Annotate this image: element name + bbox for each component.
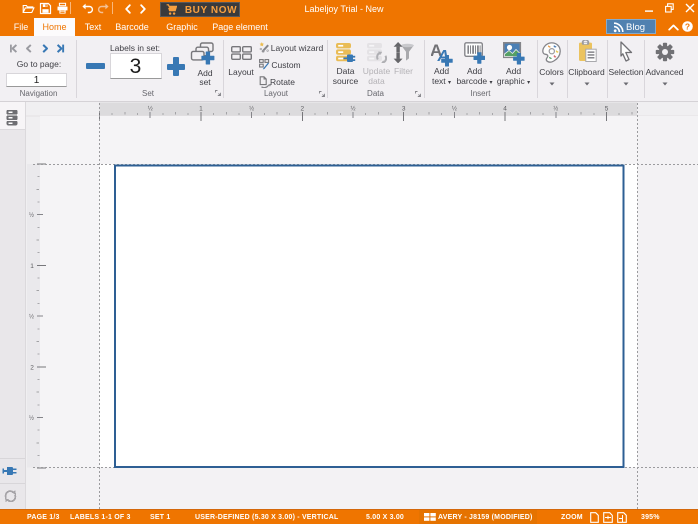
svg-text:½: ½ xyxy=(452,106,457,113)
svg-text:2: 2 xyxy=(300,106,304,113)
svg-text:½: ½ xyxy=(29,415,34,422)
svg-text:1: 1 xyxy=(30,263,34,270)
svg-text:2: 2 xyxy=(30,364,34,371)
svg-text:½: ½ xyxy=(148,106,153,113)
svg-text:3: 3 xyxy=(402,106,406,113)
svg-text:½: ½ xyxy=(249,106,254,113)
svg-text:?: ? xyxy=(684,21,689,31)
svg-text:4: 4 xyxy=(503,106,507,113)
svg-text:5: 5 xyxy=(605,106,609,113)
svg-text:½: ½ xyxy=(29,314,34,321)
svg-text:½: ½ xyxy=(553,106,558,113)
svg-text:½: ½ xyxy=(350,106,355,113)
svg-text:1: 1 xyxy=(199,106,203,113)
svg-text:½: ½ xyxy=(29,212,34,219)
